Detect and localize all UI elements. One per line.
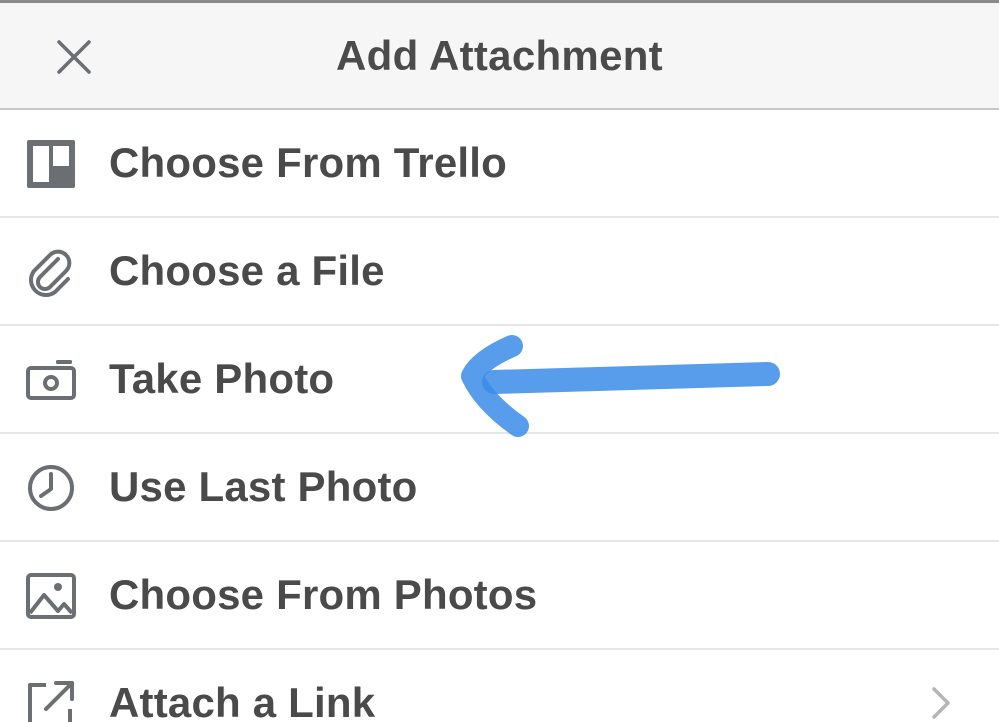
menu-item-label: Choose From Trello	[109, 139, 507, 186]
menu-item-attach-a-link[interactable]: Attach a Link	[0, 650, 999, 722]
clock-icon	[24, 461, 78, 515]
menu-item-choose-from-trello[interactable]: Choose From Trello	[0, 110, 999, 218]
camera-icon	[24, 353, 78, 407]
attachment-menu: Choose From Trello Choose a File Take Ph…	[0, 110, 999, 722]
trello-board-icon	[24, 137, 78, 191]
menu-item-label: Use Last Photo	[109, 463, 418, 510]
menu-item-choose-from-photos[interactable]: Choose From Photos	[0, 542, 999, 650]
sheet-header: Add Attachment	[0, 3, 999, 110]
page-title: Add Attachment	[336, 32, 663, 79]
menu-item-label: Choose a File	[109, 247, 385, 294]
chevron-right-icon	[929, 685, 953, 721]
menu-item-use-last-photo[interactable]: Use Last Photo	[0, 434, 999, 542]
photo-icon	[24, 569, 78, 623]
menu-item-label: Attach a Link	[109, 679, 376, 722]
external-link-icon	[24, 677, 78, 722]
paperclip-icon	[24, 245, 78, 299]
menu-item-label: Choose From Photos	[109, 571, 538, 618]
add-attachment-sheet: Add Attachment Choose From Trello Choose…	[0, 0, 999, 722]
menu-item-take-photo[interactable]: Take Photo	[0, 326, 999, 434]
menu-item-choose-a-file[interactable]: Choose a File	[0, 218, 999, 326]
close-icon	[57, 40, 91, 74]
menu-item-label: Take Photo	[109, 355, 335, 402]
close-button[interactable]	[44, 27, 104, 87]
